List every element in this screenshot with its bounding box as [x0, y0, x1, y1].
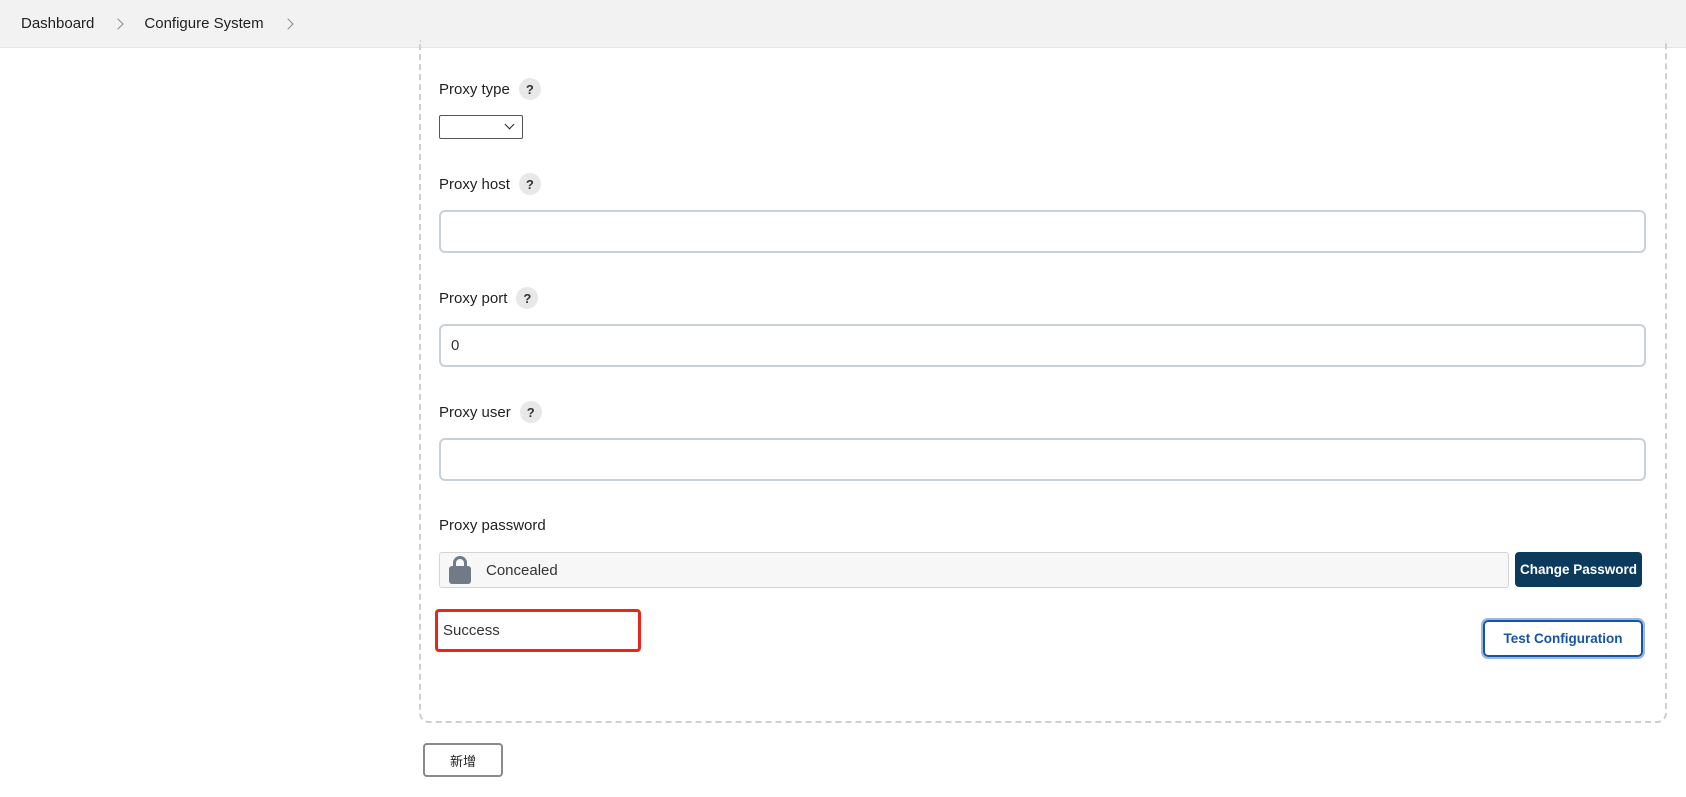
proxy-host-input[interactable] [439, 210, 1646, 253]
proxy-type-select[interactable] [439, 115, 523, 139]
breadcrumb-item-dashboard[interactable]: Dashboard [21, 15, 94, 32]
add-button[interactable]: 新增 [423, 743, 503, 777]
chevron-right-icon[interactable] [281, 17, 294, 30]
proxy-host-label-text: Proxy host [439, 175, 510, 193]
change-password-button[interactable]: Change Password [1515, 552, 1642, 587]
chevron-right-icon[interactable] [112, 17, 125, 30]
help-icon[interactable]: ? [518, 173, 541, 195]
proxy-port-label-text: Proxy port [439, 289, 508, 307]
proxy-user-input[interactable] [439, 438, 1646, 481]
proxy-port-label: Proxy port ? [439, 287, 539, 309]
breadcrumb-item-configure-system[interactable]: Configure System [144, 15, 263, 32]
proxy-user-label-text: Proxy user [439, 403, 511, 421]
proxy-type-label: Proxy type ? [439, 78, 541, 100]
proxy-password-label-text: Proxy password [439, 517, 546, 534]
proxy-type-label-text: Proxy type [439, 80, 510, 98]
proxy-host-label: Proxy host ? [439, 173, 541, 195]
help-icon[interactable]: ? [516, 287, 539, 309]
test-result-message: Success [435, 609, 641, 652]
lock-icon [448, 555, 472, 585]
proxy-password-label: Proxy password [439, 517, 546, 534]
help-icon[interactable]: ? [518, 78, 541, 100]
proxy-password-value: Concealed [486, 561, 558, 579]
chevron-down-icon [504, 119, 515, 130]
proxy-user-label: Proxy user ? [439, 401, 542, 423]
proxy-port-input[interactable]: 0 [439, 324, 1646, 367]
proxy-password-field: Concealed [439, 552, 1509, 588]
test-configuration-button[interactable]: Test Configuration [1481, 618, 1645, 659]
help-icon[interactable]: ? [519, 401, 542, 423]
